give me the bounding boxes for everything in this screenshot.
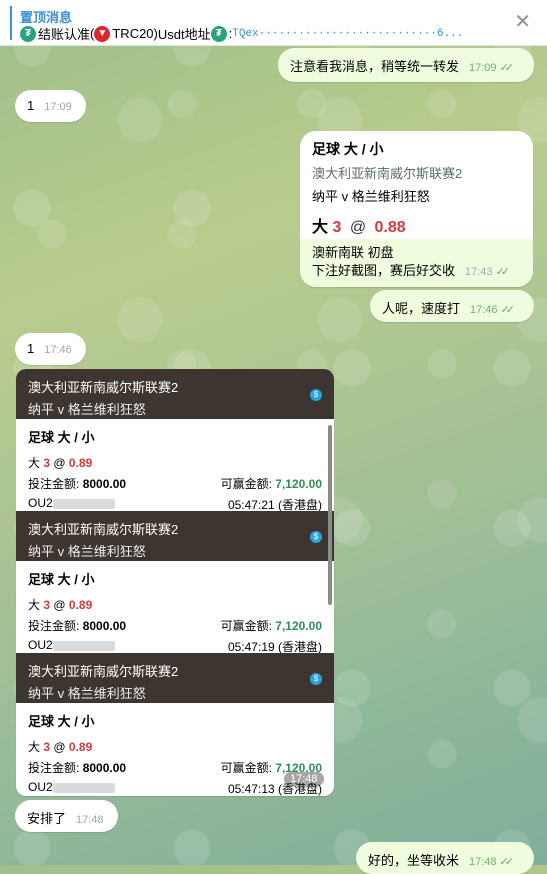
forwarded-bet-message[interactable]: 足球 大 / 小 澳大利亚新南威尔斯联赛2 纳平 v 格兰维利狂怒 大 3 @ … <box>300 131 533 287</box>
redacted-id <box>52 640 115 651</box>
incoming-message[interactable]: 1 17:46 <box>15 333 86 365</box>
tether-icon: ₮ <box>210 25 227 42</box>
incoming-message[interactable]: 安排了 17:48 <box>15 800 118 832</box>
incoming-message[interactable]: 1 17:09 <box>15 90 86 122</box>
read-check-icon: ✓✓ <box>499 62 515 74</box>
read-check-icon: ✓✓ <box>500 304 516 316</box>
outgoing-message[interactable]: 注意看我消息，稍等统一转发 17:09 ✓✓ <box>278 48 534 82</box>
pinned-message-bar[interactable]: 置顶消息 ₮ 结账认准(▼ TRC20) Usdt地址 ₮: TQex········… <box>0 0 547 46</box>
bet-detail: 足球 大 / 小 大 3 @ 0.89 投注金额: 8000.00 可赢金额: 7… <box>28 572 322 654</box>
close-icon[interactable]: ✕ <box>514 12 531 32</box>
coin-icon: $ <box>310 531 322 543</box>
bet-header: 澳大利亚新南威尔斯联赛2 纳平 v 格兰维利狂怒 $ <box>16 511 334 561</box>
coin-icon: $ <box>310 673 322 685</box>
bet-header: 澳大利亚新南威尔斯联赛2 纳平 v 格兰维利狂怒 $ <box>16 369 334 419</box>
tether-icon: ₮ <box>20 25 36 42</box>
outgoing-message[interactable]: 人呢，速度打 17:46 ✓✓ <box>370 290 534 322</box>
tron-icon: ▼ <box>94 25 111 42</box>
screenshot-scrollbar <box>328 425 332 605</box>
bet-odds-line: 大 3 @ 0.88 <box>312 219 406 236</box>
redacted-id <box>52 498 115 509</box>
bet-slip-screenshot[interactable]: 澳大利亚新南威尔斯联赛2 纳平 v 格兰维利狂怒 $ 足球 大 / 小 大 3 … <box>16 369 334 796</box>
coin-icon: $ <box>310 389 322 401</box>
redacted-id <box>52 782 115 793</box>
image-timestamp: 17:48 <box>284 772 324 786</box>
read-check-icon: ✓✓ <box>495 266 511 278</box>
usdt-address: TQex···························6... <box>232 27 464 40</box>
bet-header: 澳大利亚新南威尔斯联赛2 纳平 v 格兰维利狂怒 $ <box>16 653 334 703</box>
pinned-text: ₮ 结账认准(▼ TRC20) Usdt地址 ₮: TQex·············… <box>20 24 490 43</box>
outgoing-message[interactable]: 好的，坐等收米 17:48 ✓✓ <box>356 842 534 874</box>
card-note: 澳新南联 初盘 下注好截图，赛后好交收 17:43 ✓✓ <box>300 239 533 287</box>
pinned-accent-bar <box>10 6 12 40</box>
read-check-icon: ✓✓ <box>499 856 515 868</box>
bet-detail: 足球 大 / 小 大 3 @ 0.89 投注金额: 8000.00 可赢金额: 7… <box>28 430 322 512</box>
